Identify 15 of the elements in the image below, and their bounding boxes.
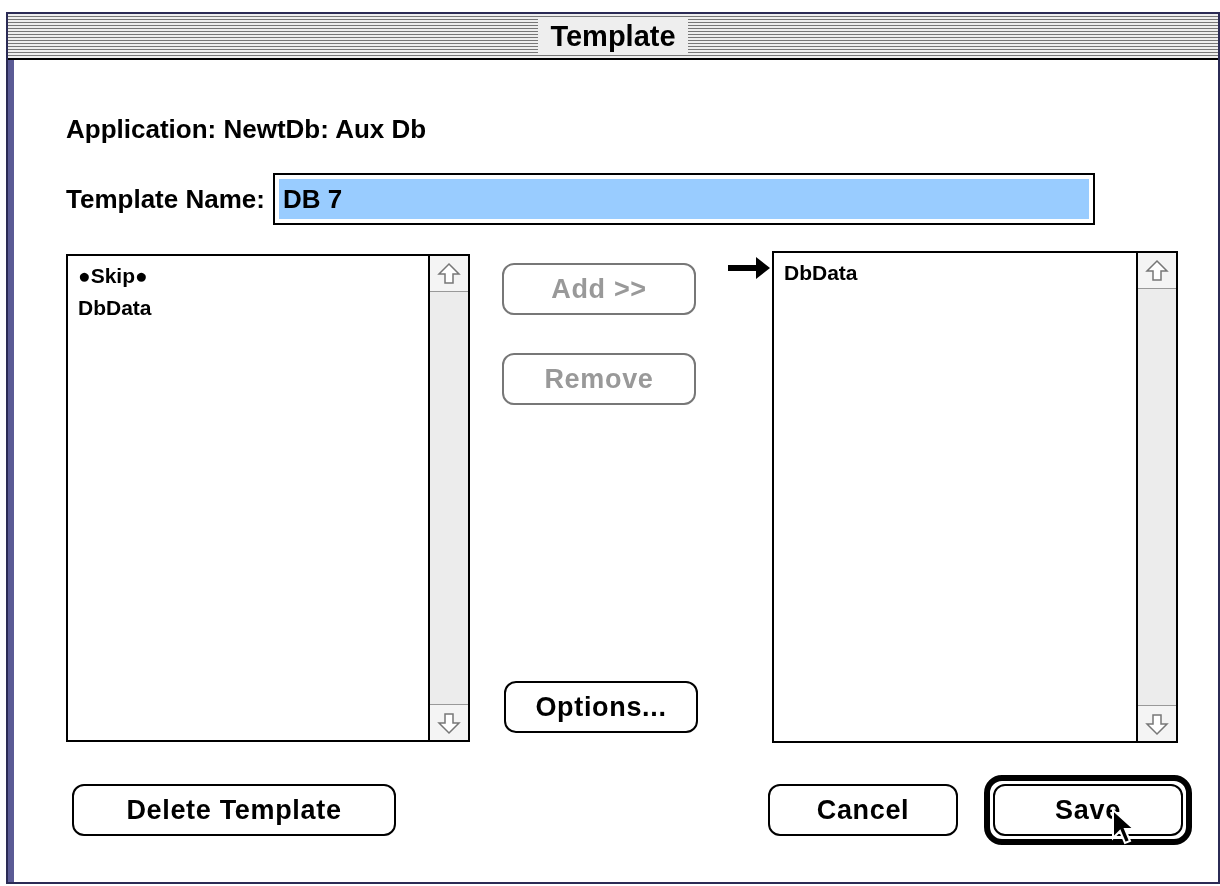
scroll-up-arrow-icon[interactable] — [436, 260, 462, 287]
list-item[interactable]: DbData — [78, 292, 428, 324]
scroll-up-arrow-icon[interactable] — [1144, 257, 1170, 284]
scrollbar[interactable] — [1136, 253, 1176, 741]
button[interactable]: Options... — [504, 681, 698, 733]
template-name-field[interactable]: DB 7 — [272, 173, 1095, 225]
button[interactable]: Cancel — [768, 784, 958, 836]
window-title: Template — [538, 19, 688, 53]
title-bar[interactable]: Template — [8, 14, 1218, 60]
list-item[interactable]: ●Skip● — [78, 260, 428, 292]
field-label: Template Name: — [66, 182, 265, 216]
application-label: Application: NewtDb: Aux Db — [66, 113, 428, 146]
button[interactable]: Delete Template — [72, 784, 396, 836]
list-item[interactable]: DbData — [784, 257, 1136, 289]
scrollbar[interactable] — [428, 256, 468, 740]
